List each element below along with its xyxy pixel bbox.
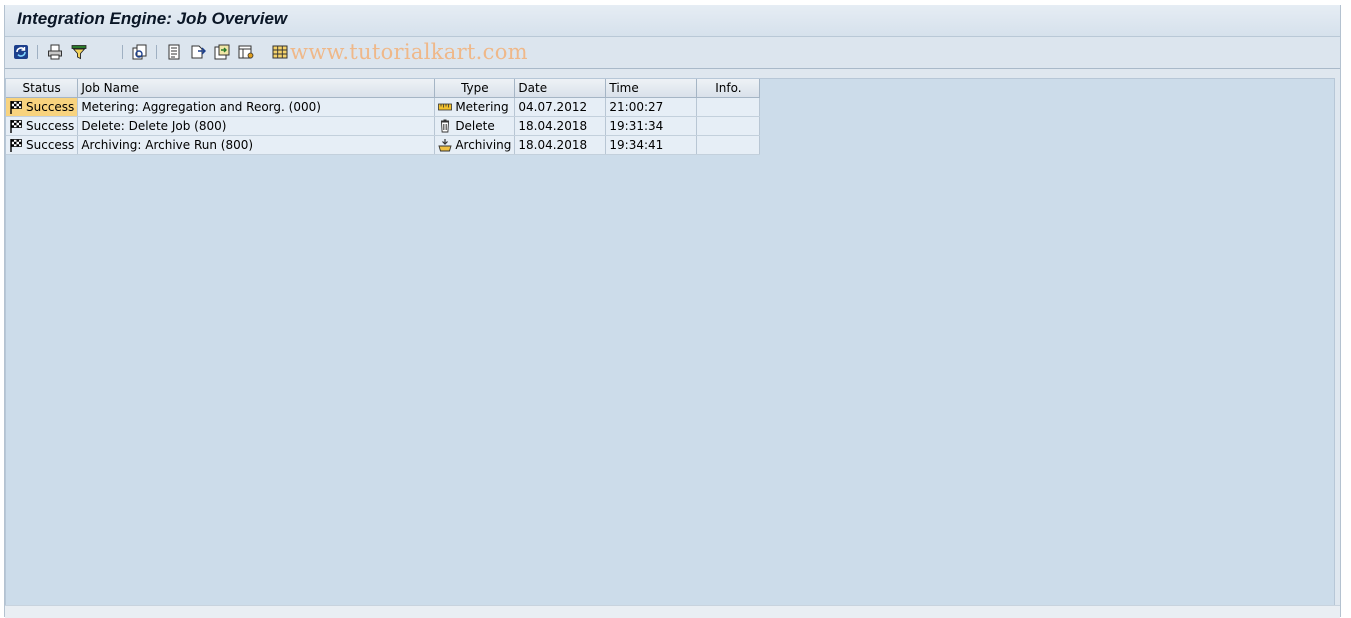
type-label: Delete <box>455 119 495 133</box>
type-cell[interactable]: Metering <box>434 97 516 117</box>
refresh-button[interactable] <box>12 43 30 61</box>
export-icon <box>191 45 206 59</box>
document-icon <box>168 44 180 60</box>
toolbar-separator <box>156 45 157 59</box>
info-cell[interactable] <box>696 135 761 155</box>
type-cell[interactable]: Archiving <box>434 135 516 155</box>
layout-icon <box>238 45 254 59</box>
status-label: Success <box>26 119 75 133</box>
time-cell[interactable]: 19:34:41 <box>605 135 698 155</box>
column-header-time[interactable]: Time <box>605 79 698 98</box>
job-overview-area: Status Job Name Type Date Time Info. Suc… <box>5 78 1335 606</box>
details-button[interactable] <box>131 43 149 61</box>
type-label: Archiving <box>455 138 512 152</box>
toolbar-separator <box>122 45 123 59</box>
info-cell[interactable] <box>696 97 761 117</box>
page-title: Integration Engine: Job Overview <box>17 9 288 28</box>
print-button[interactable] <box>46 43 64 61</box>
info-cell[interactable] <box>696 116 761 136</box>
export-button[interactable] <box>189 43 207 61</box>
filter-button[interactable] <box>70 43 88 61</box>
type-label: Metering <box>455 100 509 114</box>
column-header-job-name[interactable]: Job Name <box>77 79 436 98</box>
details-icon <box>132 44 147 60</box>
toolbar-separator <box>37 45 38 59</box>
table-row[interactable]: Success Delete: Delete Job (800) Delete … <box>6 116 761 136</box>
title-bar: Integration Engine: Job Overview <box>5 5 1340 37</box>
status-cell[interactable]: Success <box>6 116 79 136</box>
watermark: www.tutorialkart.com <box>290 40 528 64</box>
application-toolbar <box>5 37 1340 69</box>
column-header-status[interactable]: Status <box>6 79 79 98</box>
date-cell[interactable]: 04.07.2012 <box>514 97 607 117</box>
status-label: Success <box>26 100 75 114</box>
status-bar <box>5 605 1340 618</box>
checkered-flag-icon <box>9 119 23 133</box>
grid-icon <box>272 45 288 59</box>
status-cell[interactable]: Success <box>6 135 79 155</box>
job-name-cell[interactable]: Metering: Aggregation and Reorg. (000) <box>77 97 436 117</box>
date-cell[interactable]: 18.04.2018 <box>514 135 607 155</box>
table-header-row: Status Job Name Type Date Time Info. <box>6 79 761 98</box>
ruler-icon <box>438 100 453 114</box>
job-log-button[interactable] <box>165 43 183 61</box>
save-local-button[interactable] <box>213 43 231 61</box>
status-cell[interactable]: Success <box>6 97 79 117</box>
table-row[interactable]: Success Archiving: Archive Run (800) Arc… <box>6 135 761 155</box>
table-row[interactable]: Success Metering: Aggregation and Reorg.… <box>6 97 761 117</box>
sap-window: Integration Engine: Job Overview www.tut… <box>4 5 1341 618</box>
job-name-cell[interactable]: Delete: Delete Job (800) <box>77 116 436 136</box>
archive-icon <box>438 138 452 152</box>
job-name-cell[interactable]: Archiving: Archive Run (800) <box>77 135 436 155</box>
refresh-icon <box>14 45 28 59</box>
trash-icon <box>438 119 452 133</box>
layout-button[interactable] <box>237 43 255 61</box>
grid-view-button[interactable] <box>271 43 289 61</box>
column-header-date[interactable]: Date <box>514 79 607 98</box>
column-header-type[interactable]: Type <box>434 79 516 98</box>
filter-icon <box>71 45 87 60</box>
column-header-info[interactable]: Info. <box>696 79 761 98</box>
checkered-flag-icon <box>9 100 23 114</box>
print-icon <box>48 44 62 60</box>
time-cell[interactable]: 19:31:34 <box>605 116 698 136</box>
checkered-flag-icon <box>9 138 23 152</box>
status-label: Success <box>26 138 75 152</box>
type-cell[interactable]: Delete <box>434 116 516 136</box>
time-cell[interactable]: 21:00:27 <box>605 97 698 117</box>
date-cell[interactable]: 18.04.2018 <box>514 116 607 136</box>
save-local-icon <box>214 44 230 60</box>
job-table: Status Job Name Type Date Time Info. Suc… <box>6 79 761 155</box>
